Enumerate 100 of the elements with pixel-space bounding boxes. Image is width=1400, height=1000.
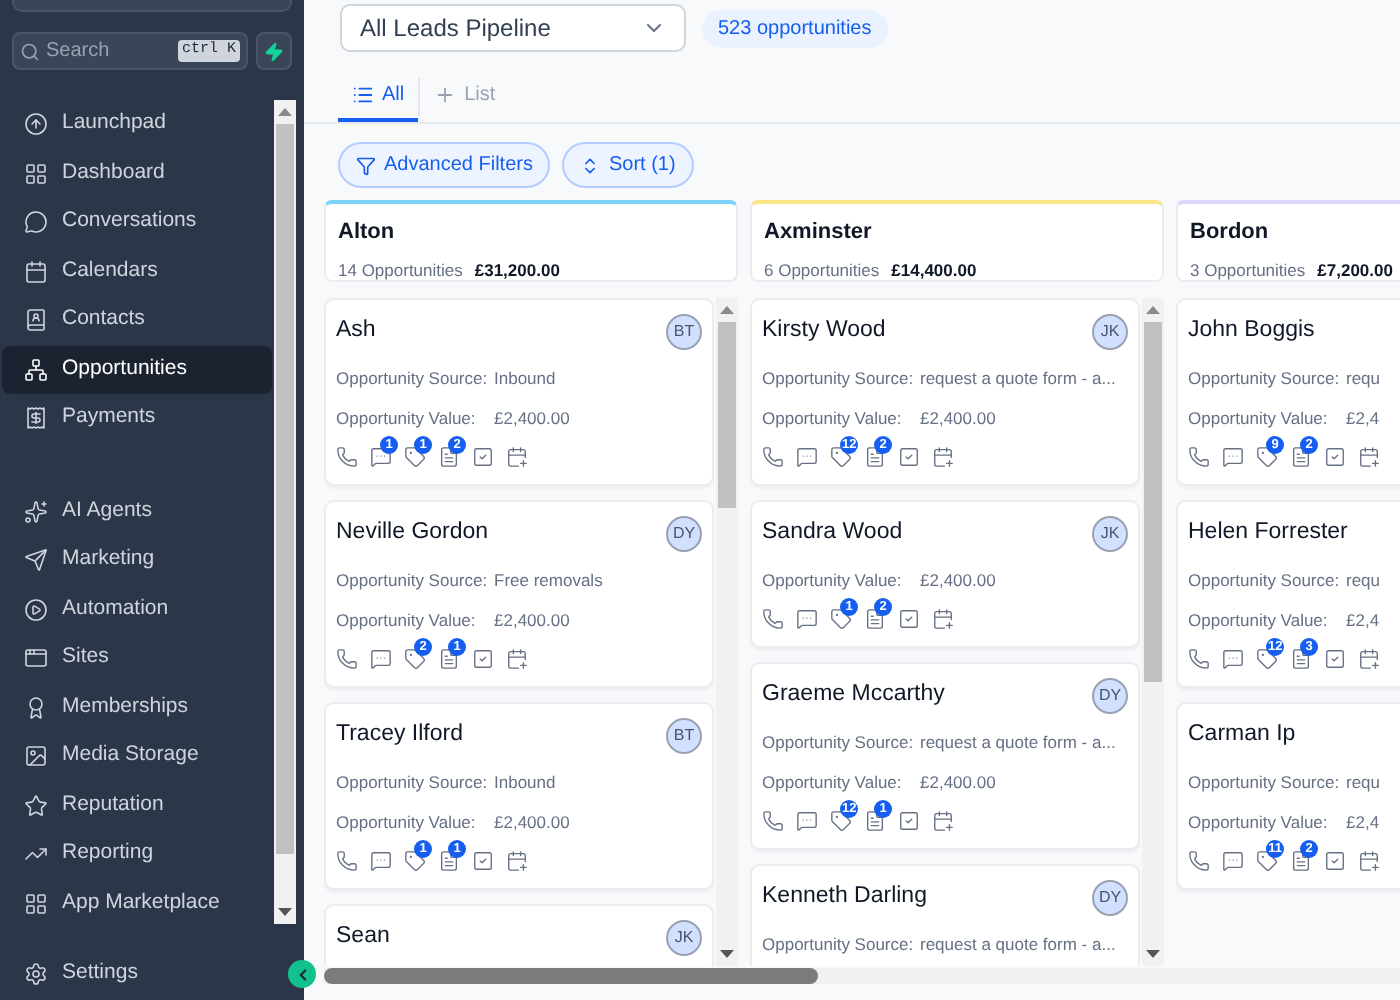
phone-icon[interactable] <box>762 445 784 467</box>
scrollbar-thumb[interactable] <box>324 968 818 984</box>
phone-icon[interactable] <box>336 647 358 669</box>
checkbox-icon[interactable] <box>472 647 494 669</box>
nav-item[interactable]: Opportunities <box>2 345 272 394</box>
tag-icon[interactable] <box>830 445 852 467</box>
note-icon[interactable] <box>438 849 460 871</box>
sparkles-icon <box>24 499 48 524</box>
nav-item[interactable]: Contacts <box>2 296 272 345</box>
scroll-up-icon[interactable] <box>720 306 734 314</box>
calendar-icon[interactable] <box>1358 647 1380 669</box>
nav-item[interactable]: Conversations <box>2 198 272 247</box>
scroll-down-icon[interactable] <box>1146 950 1160 958</box>
checkbox-icon[interactable] <box>1324 647 1346 669</box>
scrollbar-thumb[interactable] <box>276 124 294 854</box>
scroll-down-icon[interactable] <box>720 950 734 958</box>
assignee-avatar: BT <box>666 718 702 754</box>
message-icon[interactable] <box>1222 445 1244 467</box>
phone-icon[interactable] <box>1188 647 1210 669</box>
note-icon[interactable] <box>1290 849 1312 871</box>
message-icon[interactable] <box>370 445 392 467</box>
scrollbar-thumb[interactable] <box>718 322 736 508</box>
nav-item[interactable]: App Marketplace <box>2 879 272 928</box>
checkbox-icon[interactable] <box>472 849 494 871</box>
filter-button[interactable]: Sort (1) <box>562 142 694 188</box>
nav-item[interactable]: Reputation <box>2 781 272 830</box>
filter-button[interactable]: Advanced Filters <box>338 142 551 188</box>
note-icon[interactable] <box>438 647 460 669</box>
scroll-up-icon[interactable] <box>278 108 292 116</box>
note-icon[interactable] <box>1290 647 1312 669</box>
calendar-icon[interactable] <box>932 809 954 831</box>
nav-item[interactable]: Memberships <box>2 683 272 732</box>
scrollbar[interactable] <box>274 100 296 924</box>
message-icon[interactable] <box>370 647 392 669</box>
location-switcher[interactable] <box>12 0 292 12</box>
note-icon[interactable] <box>864 607 886 629</box>
nav-item[interactable]: Settings <box>2 952 160 996</box>
calendar-icon[interactable] <box>1358 445 1380 467</box>
phone-icon[interactable] <box>1188 445 1210 467</box>
tag-icon[interactable] <box>404 445 426 467</box>
message-icon[interactable] <box>1222 647 1244 669</box>
field-label: Opportunity Source: <box>762 365 916 391</box>
scroll-down-icon[interactable] <box>278 908 292 916</box>
search-field[interactable]: Search <box>46 36 172 66</box>
tag-icon[interactable] <box>830 809 852 831</box>
checkbox-icon[interactable] <box>898 445 920 467</box>
collapse-sidebar-button[interactable] <box>288 960 316 988</box>
field-label: Opportunity Value: <box>336 607 478 633</box>
calendar-icon[interactable] <box>506 647 528 669</box>
message-icon[interactable] <box>796 607 818 629</box>
checkbox-icon[interactable] <box>1324 445 1346 467</box>
plus-icon <box>434 84 457 106</box>
note-icon[interactable] <box>1290 445 1312 467</box>
checkbox-icon[interactable] <box>898 607 920 629</box>
calendar-icon[interactable] <box>932 445 954 467</box>
nav-item[interactable]: Sites <box>2 634 272 683</box>
note-icon[interactable] <box>438 445 460 467</box>
horizontal-scrollbar[interactable] <box>324 968 1400 984</box>
nav-item[interactable]: Launchpad <box>2 100 272 149</box>
scrollbar[interactable] <box>1142 298 1164 966</box>
phone-icon[interactable] <box>762 809 784 831</box>
nav-item[interactable]: Dashboard <box>2 149 272 198</box>
calendar-icon[interactable] <box>506 849 528 871</box>
nav-item[interactable]: Calendars <box>2 247 272 296</box>
scrollbar-thumb[interactable] <box>1144 322 1162 682</box>
nav-item[interactable]: Reporting <box>2 830 272 879</box>
tag-icon[interactable] <box>1256 849 1278 871</box>
tag-icon[interactable] <box>1256 647 1278 669</box>
nav-item[interactable]: Marketing <box>2 536 272 585</box>
pipeline-dropdown[interactable]: All Leads Pipeline <box>340 4 686 52</box>
checkbox-icon[interactable] <box>898 809 920 831</box>
nav-item[interactable]: Automation <box>2 585 272 634</box>
message-icon[interactable] <box>796 445 818 467</box>
quick-action-button[interactable] <box>256 32 292 70</box>
opportunity-card[interactable]: Kenneth Darling DY Opportunity Source: request a quote form - a... <box>750 864 1140 966</box>
phone-icon[interactable] <box>762 607 784 629</box>
calendar-icon[interactable] <box>932 607 954 629</box>
message-icon[interactable] <box>370 849 392 871</box>
nav-item[interactable]: Payments <box>2 394 272 443</box>
contact-name: Helen Forrester <box>1188 518 1348 549</box>
checkbox-icon[interactable] <box>472 445 494 467</box>
note-icon[interactable] <box>864 445 886 467</box>
checkbox-icon[interactable] <box>1324 849 1346 871</box>
calendar-icon[interactable] <box>506 445 528 467</box>
note-icon[interactable] <box>864 809 886 831</box>
scrollbar[interactable] <box>716 298 738 966</box>
phone-icon[interactable] <box>336 849 358 871</box>
message-icon[interactable] <box>796 809 818 831</box>
message-icon[interactable] <box>1222 849 1244 871</box>
tag-icon[interactable] <box>1256 445 1278 467</box>
nav-item[interactable]: AI Agents <box>2 487 272 536</box>
phone-icon[interactable] <box>1188 849 1210 871</box>
nav-item[interactable]: Media Storage <box>2 732 272 781</box>
tag-icon[interactable] <box>830 607 852 629</box>
tag-icon[interactable] <box>404 647 426 669</box>
scroll-up-icon[interactable] <box>1146 306 1160 314</box>
calendar-icon[interactable] <box>1358 849 1380 871</box>
tag-icon[interactable] <box>404 849 426 871</box>
opportunity-card[interactable]: Sean JK <box>324 904 714 966</box>
phone-icon[interactable] <box>336 445 358 467</box>
